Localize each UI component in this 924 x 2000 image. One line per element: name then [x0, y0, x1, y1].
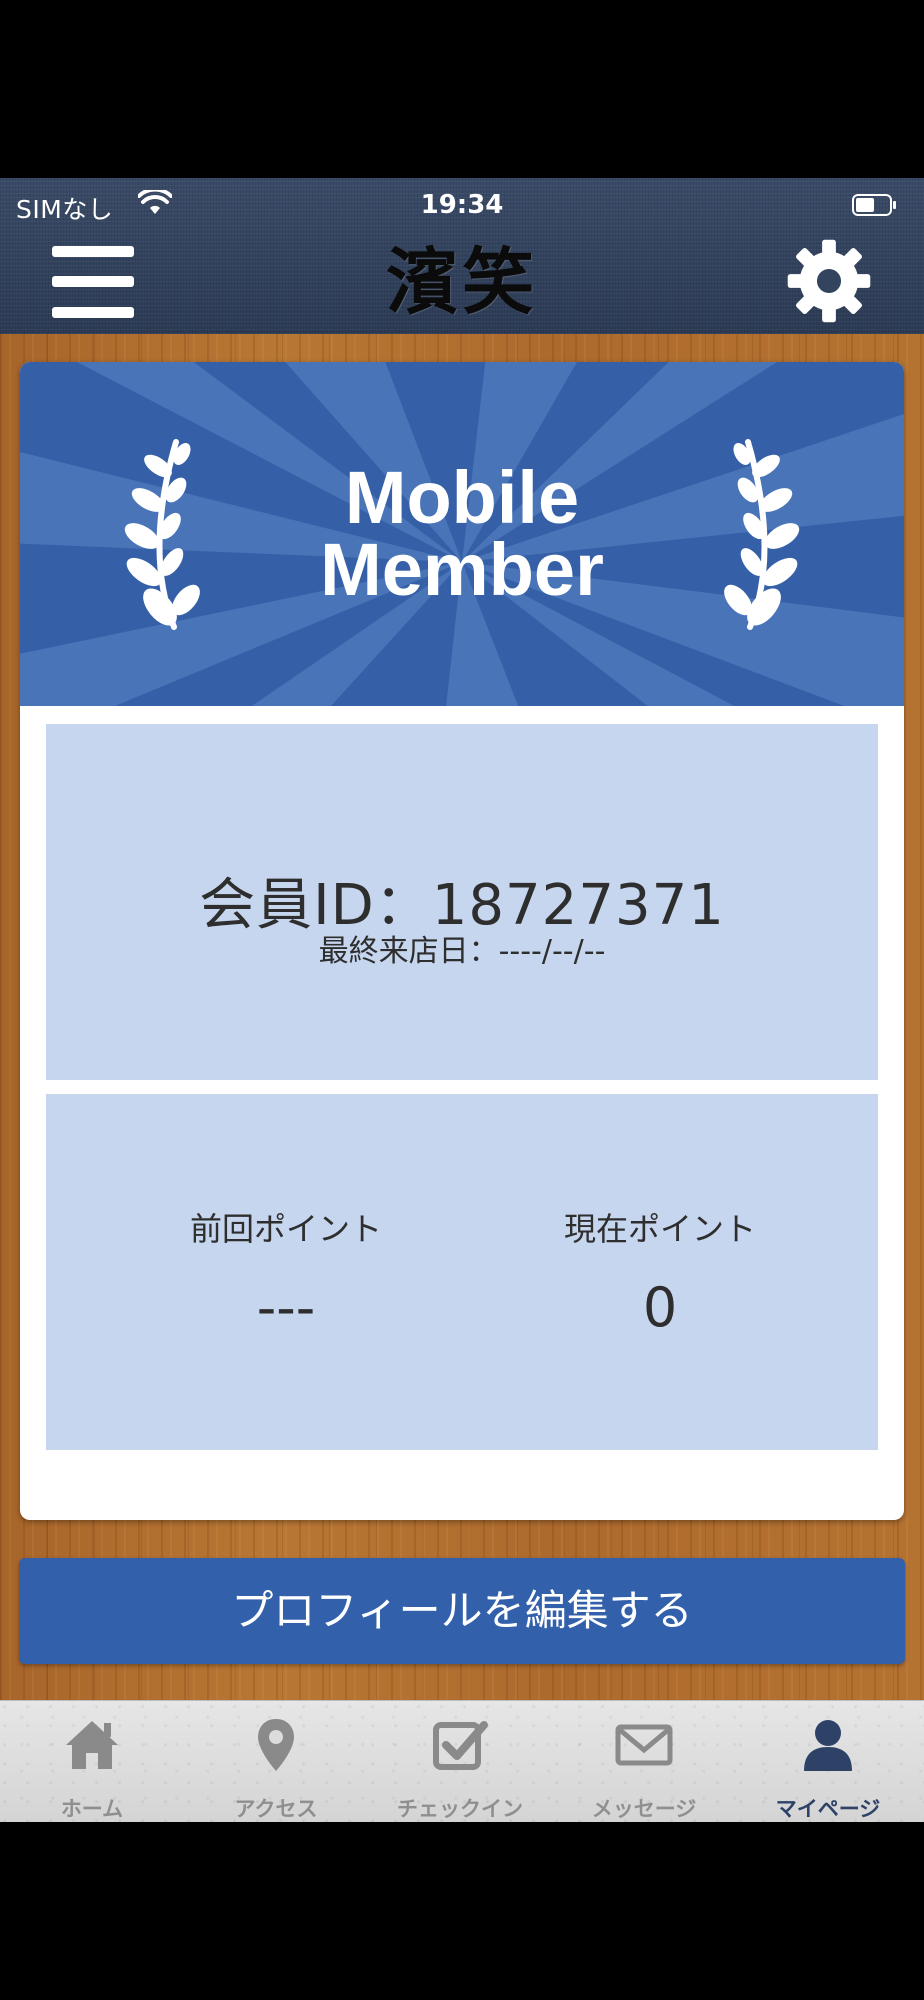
banner-title-line2: Member	[320, 528, 604, 611]
tab-access-label: アクセス	[234, 1797, 318, 1821]
points-panel: 前回ポイント --- 現在ポイント 0	[46, 1094, 878, 1450]
tab-bar: ホーム アクセス チェックイン メッセージ マイページ	[0, 1700, 924, 1822]
gear-icon[interactable]	[786, 238, 872, 324]
tab-home-label: ホーム	[60, 1797, 124, 1821]
banner-title-line1: Mobile	[344, 456, 580, 539]
tab-mypage[interactable]: マイページ	[736, 1701, 920, 1822]
tab-checkin[interactable]: チェックイン	[368, 1701, 552, 1822]
current-points: 現在ポイント 0	[470, 1204, 850, 1339]
checkin-icon	[433, 1721, 488, 1770]
mail-icon	[615, 1724, 673, 1766]
status-time: 19:34	[420, 190, 504, 220]
tab-message[interactable]: メッセージ	[552, 1701, 736, 1822]
current-points-value: 0	[642, 1276, 678, 1339]
tab-access[interactable]: アクセス	[184, 1701, 368, 1822]
map-pin-icon	[258, 1719, 294, 1771]
previous-points: 前回ポイント ---	[96, 1204, 476, 1339]
battery-icon	[852, 194, 896, 216]
mobile-member-banner: Mobile Member	[20, 362, 904, 706]
previous-points-label: 前回ポイント	[189, 1210, 382, 1248]
home-icon	[66, 1721, 118, 1769]
last-visit: 最終来店日：----/--/--	[46, 926, 878, 970]
member-id-panel: 会員ID：18727371 最終来店日：----/--/--	[46, 724, 878, 1080]
edit-profile-button[interactable]: プロフィールを編集する	[19, 1558, 905, 1664]
tab-checkin-label: チェックイン	[397, 1797, 523, 1821]
last-visit-label: 最終来店日：	[318, 934, 499, 969]
previous-points-value: ---	[256, 1276, 316, 1339]
last-visit-value: ----/--/--	[498, 934, 606, 969]
tab-mypage-label: マイページ	[775, 1797, 881, 1821]
user-icon	[804, 1720, 852, 1771]
current-points-label: 現在ポイント	[563, 1210, 756, 1248]
hamburger-menu-icon[interactable]	[52, 246, 134, 318]
shop-logo: 濱笑	[385, 239, 538, 324]
status-bar: SIMなし 19:34	[0, 178, 924, 228]
banner-title: Mobile Member	[20, 456, 904, 611]
member-card: Mobile Member 会員ID：18727371 最終来店日：----/-…	[20, 362, 904, 1520]
tab-home[interactable]: ホーム	[0, 1701, 184, 1822]
app-header: SIMなし 19:34 濱笑	[0, 178, 924, 336]
app-screen: SIMなし 19:34 濱笑 Mobile Member 会員ID：187273…	[0, 178, 924, 1822]
tab-message-label: メッセージ	[591, 1797, 697, 1821]
